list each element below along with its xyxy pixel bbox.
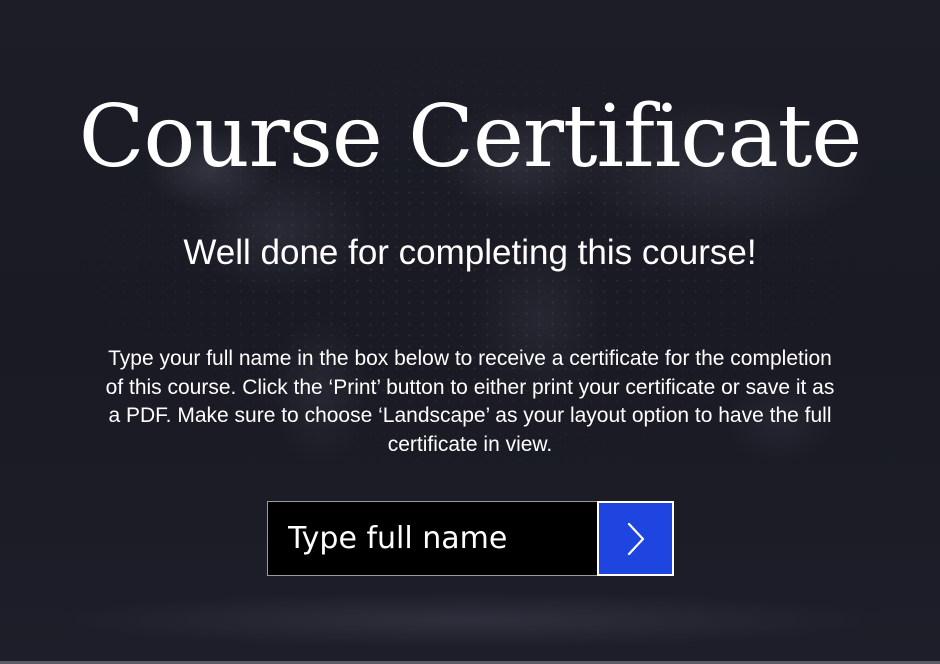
page-title: Course Certificate [78, 87, 863, 187]
page-subtitle: Well done for completing this course! [183, 233, 757, 272]
instructions-text: Type your full name in the box below to … [105, 347, 835, 456]
chevron-right-icon [625, 521, 647, 557]
certificate-page: Course Certificate Well done for complet… [0, 0, 940, 664]
submit-button[interactable] [597, 501, 674, 576]
name-form [267, 501, 674, 576]
full-name-input[interactable] [267, 501, 597, 576]
